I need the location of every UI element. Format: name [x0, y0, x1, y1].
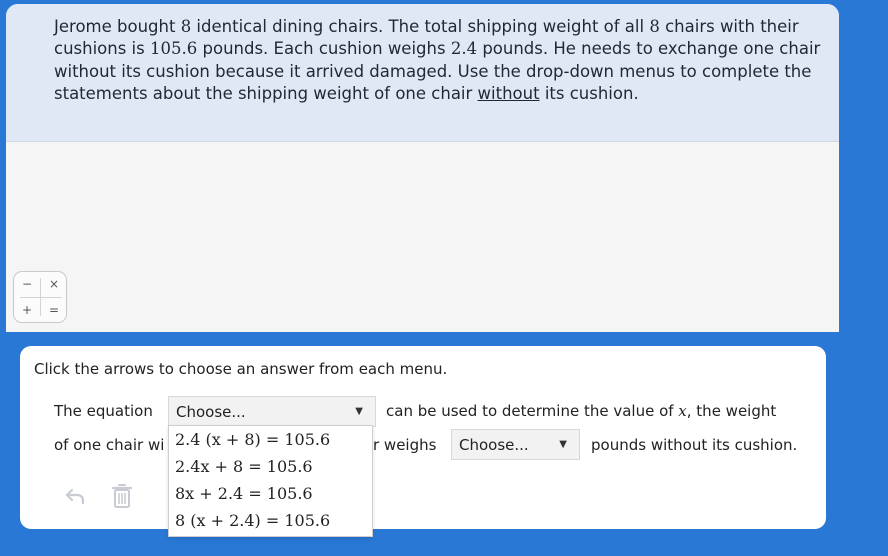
equation-options-list: 2.4 (x + 8) = 105.6 2.4x + 8 = 105.6 8x …	[168, 425, 373, 537]
question-part: its cushion.	[539, 84, 639, 104]
instruction-text: Click the arrows to choose an answer fro…	[34, 360, 448, 378]
question-number: 8	[180, 17, 192, 36]
question-number: 105.6	[150, 39, 198, 59]
divider	[20, 297, 62, 298]
calculator-button[interactable]: − × + =	[13, 271, 67, 323]
plus-icon: +	[21, 303, 33, 317]
dropdown-value: Choose...	[459, 436, 529, 454]
sentence2-prefix: of one chair wi	[54, 436, 165, 454]
undo-icon[interactable]	[64, 486, 86, 510]
question-number: 8	[649, 17, 660, 36]
question-number: 2.4	[450, 39, 478, 59]
sentence1-suffix: can be used to determine the value of x,…	[386, 402, 776, 420]
question-part: identical dining chairs. The total shipp…	[191, 17, 650, 36]
weight-dropdown[interactable]: Choose... ▼	[451, 429, 580, 460]
underlined-word: without	[477, 84, 540, 104]
times-icon: ×	[48, 277, 60, 291]
trash-icon[interactable]	[111, 482, 133, 514]
dropdown-option[interactable]: 2.4x + 8 = 105.6	[169, 453, 372, 480]
dropdown-arrow-icon: ▼	[355, 406, 363, 417]
sentence1-prefix: The equation	[54, 402, 153, 420]
dropdown-value: Choose...	[176, 403, 246, 421]
equation-dropdown[interactable]: Choose... ▼	[168, 396, 376, 427]
work-area: Jerome bought 8 identical dining chairs.…	[6, 4, 839, 332]
sentence-part: can be used to determine the value of	[386, 402, 679, 420]
sentence2-suffix: pounds without its cushion.	[591, 436, 798, 454]
sentence-part: , the weight	[686, 402, 777, 420]
answer-panel: Click the arrows to choose an answer fro…	[20, 346, 826, 529]
question-text: Jerome bought 8 identical dining chairs.…	[6, 4, 839, 142]
variable: x	[678, 402, 687, 420]
dropdown-arrow-icon: ▼	[559, 439, 567, 450]
dropdown-option[interactable]: 2.4 (x + 8) = 105.6	[169, 426, 372, 453]
question-part: pounds. Each cushion weighs	[197, 39, 451, 59]
equals-icon: =	[48, 303, 60, 317]
dropdown-option[interactable]: 8 (x + 2.4) = 105.6	[169, 507, 372, 534]
question-part: Jerome bought	[54, 17, 181, 36]
dropdown-option[interactable]: 8x + 2.4 = 105.6	[169, 480, 372, 507]
sentence2-middle: r weighs	[373, 436, 437, 454]
minus-icon: −	[21, 277, 33, 291]
